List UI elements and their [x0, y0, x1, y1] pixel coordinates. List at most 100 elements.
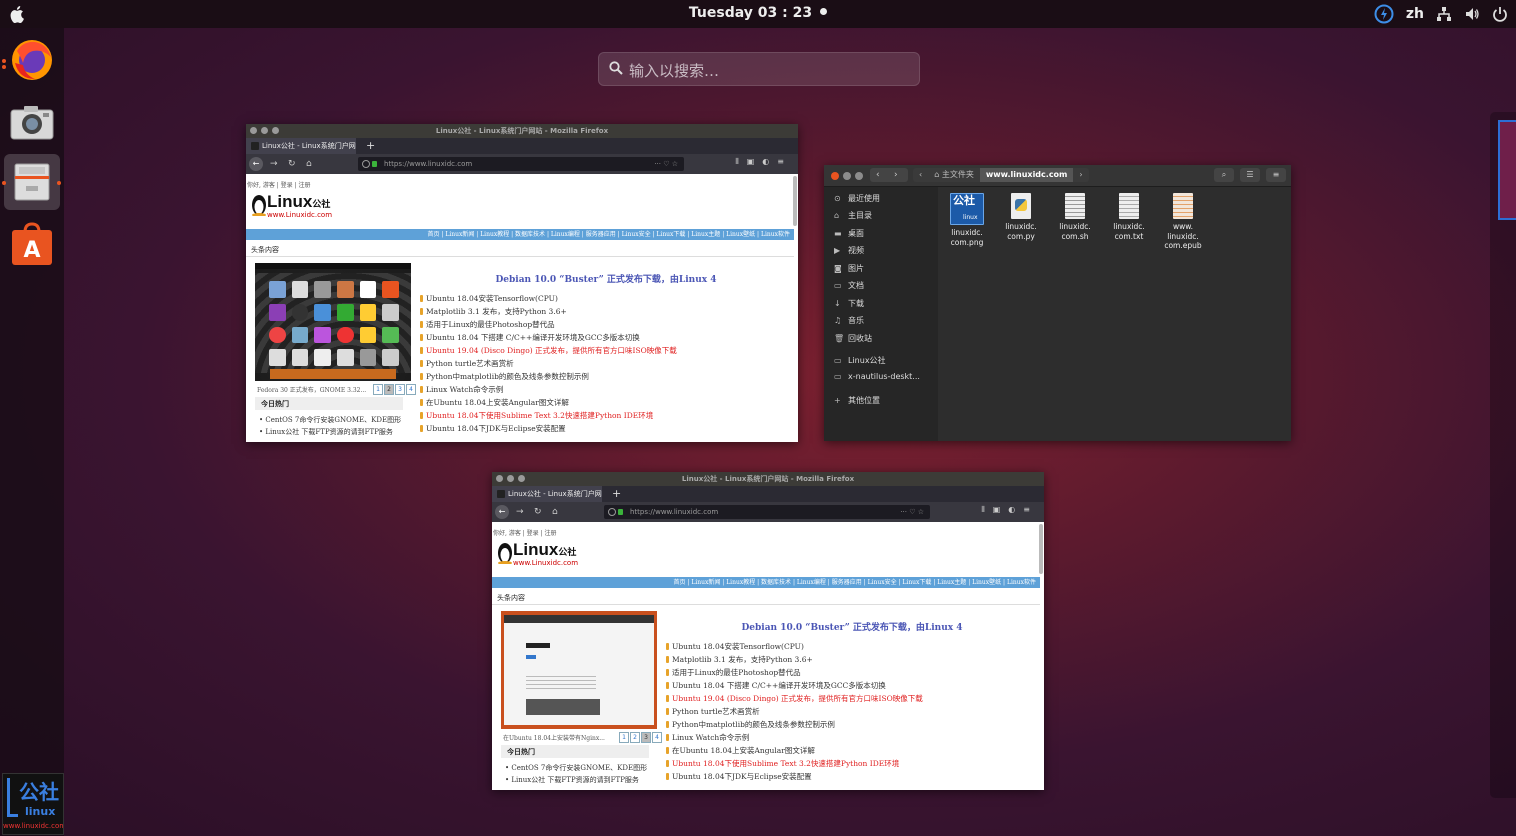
sidebar-item-desktop[interactable]: ▬ 桌面 — [834, 228, 864, 239]
site-logo[interactable]: Linux公社 www.Linuxidc.com — [497, 540, 587, 568]
scrollbar[interactable] — [1039, 524, 1043, 574]
path-home[interactable]: ⌂ 主文件夹 — [928, 168, 980, 182]
path-current[interactable]: www.linuxidc.com — [979, 168, 1074, 182]
sidebar-item-downloads[interactable]: ↓ 下载 — [834, 298, 864, 309]
pager-3[interactable]: 3 — [395, 384, 405, 395]
pager-2[interactable]: 2 — [630, 732, 640, 743]
url-bar[interactable]: https://www.linuxidc.com ··· ♡ ☆ — [358, 157, 684, 171]
search-bar[interactable]: 输入以搜索… — [598, 52, 920, 86]
site-info-icon[interactable] — [362, 160, 370, 168]
clock[interactable]: Tuesday 03 : 23 — [0, 5, 1516, 21]
news-item[interactable]: Matplotlib 3.1 发布，支持Python 3.6+ — [666, 653, 923, 666]
forward-icon[interactable]: › — [894, 168, 898, 182]
headline[interactable]: Debian 10.0 “Buster” 正式发布下载，由Linux 4 — [667, 620, 1037, 633]
file-item[interactable]: linuxidc. com.txt — [1106, 193, 1152, 241]
maximize-window-button[interactable] — [272, 127, 279, 134]
hot-item[interactable]: • Linux公社 下载FTP资源的请到FTP服务 — [505, 774, 647, 786]
news-item[interactable]: Ubuntu 18.04安装Tensorflow(CPU) — [666, 640, 923, 653]
pager-1[interactable]: 1 — [373, 384, 383, 395]
sidebar-item-nautilus-desktop[interactable]: ▭ x-nautilus-deskt... — [834, 372, 920, 381]
headline[interactable]: Debian 10.0 “Buster” 正式发布下载，由Linux 4 — [421, 272, 791, 285]
sidebar-item-home[interactable]: ⌂ 主目录 — [834, 210, 872, 221]
back-button[interactable]: ← — [495, 505, 509, 519]
forward-button[interactable]: → — [516, 506, 524, 518]
volume-icon[interactable] — [1464, 6, 1480, 22]
maximize-window-button[interactable] — [518, 475, 525, 482]
news-item[interactable]: Ubuntu 18.04下JDK与Eclipse安装配置 — [420, 422, 677, 435]
minimize-window-button[interactable] — [261, 127, 268, 134]
path-left-arrow[interactable]: ‹ — [913, 168, 928, 182]
history-buttons[interactable]: ‹ › — [870, 168, 908, 182]
news-item[interactable]: 在Ubuntu 18.04上安装Angular图文详解 — [666, 744, 923, 757]
page-actions-icon[interactable]: ··· ♡ ☆ — [900, 505, 924, 519]
sidebar-item-documents[interactable]: ▭ 文档 — [834, 280, 864, 291]
new-tab-button[interactable]: + — [612, 486, 621, 502]
home-button[interactable]: ⌂ — [552, 506, 558, 518]
reload-button[interactable]: ↻ — [288, 158, 296, 170]
file-item[interactable]: www. linuxidc. com.epub — [1160, 193, 1206, 251]
toolbar-icons[interactable]: ⫴▣◐≡ — [735, 157, 792, 167]
news-item[interactable]: Python中matplotlib的颜色及线条参数控制示例 — [420, 370, 677, 383]
menu-button[interactable]: ≡ — [1266, 168, 1286, 182]
browser-tab[interactable]: Linux公社 - Linux系统门户网 — [492, 486, 602, 502]
site-logo[interactable]: Linux公社 www.Linuxidc.com — [251, 192, 341, 220]
power-icon[interactable] — [1492, 6, 1508, 22]
news-item[interactable]: Python中matplotlib的颜色及线条参数控制示例 — [666, 718, 923, 731]
sidebar-item-linux-gongshe[interactable]: ▭ Linux公社 — [834, 355, 886, 366]
hot-item[interactable]: • Linux公社 下载FTP资源的请到FTP服务 — [259, 426, 401, 438]
news-item[interactable]: Ubuntu 19.04 (Disco Dingo) 正式发布，提供所有官方口味… — [420, 344, 677, 357]
news-item[interactable]: Ubuntu 18.04下使用Sublime Text 3.2快速搭建Pytho… — [666, 757, 923, 770]
pager-2[interactable]: 2 — [384, 384, 394, 395]
news-item[interactable]: Ubuntu 18.04 下搭建 C/C++编译开发环境及GCC多版本切换 — [666, 679, 923, 692]
news-item[interactable]: 在Ubuntu 18.04上安装Angular图文详解 — [420, 396, 677, 409]
scrollbar[interactable] — [793, 176, 797, 226]
news-item[interactable]: Ubuntu 18.04 下搭建 C/C++编译开发环境及GCC多版本切换 — [420, 331, 677, 344]
pager-1[interactable]: 1 — [619, 732, 629, 743]
input-method-indicator[interactable]: zh — [1406, 6, 1424, 22]
back-icon[interactable]: ‹ — [876, 168, 880, 182]
site-nav[interactable]: 首页 | Linux新闻 | Linux教程 | 数据库技术 | Linux编程… — [492, 577, 1040, 588]
window-titlebar[interactable]: Linux公社 - Linux系统门户网站 - Mozilla Firefox — [492, 472, 1044, 486]
hot-item[interactable]: • CentOS 7命令行安装GNOME、KDE图形 — [259, 414, 401, 426]
featured-image[interactable] — [501, 611, 657, 729]
login-links[interactable]: 你好, 游客 | 登录 | 注册 — [247, 180, 311, 189]
close-window-button[interactable] — [496, 475, 503, 482]
close-window-button[interactable] — [250, 127, 257, 134]
news-item[interactable]: Linux Watch命令示例 — [666, 731, 923, 744]
pager-3[interactable]: 3 — [641, 732, 651, 743]
news-item[interactable]: Ubuntu 18.04下JDK与Eclipse安装配置 — [666, 770, 923, 783]
news-item[interactable]: Python turtle艺术画赏析 — [666, 705, 923, 718]
view-options-button[interactable]: ☰ — [1240, 168, 1260, 182]
new-tab-button[interactable]: + — [366, 138, 375, 154]
file-item[interactable]: linuxidc. com.py — [998, 193, 1044, 241]
workspace-1-thumbnail[interactable] — [1498, 120, 1516, 220]
search-button[interactable]: ⌕ — [1214, 168, 1234, 182]
back-button[interactable]: ← — [249, 157, 263, 171]
browser-tab[interactable]: Linux公社 - Linux系统门户网 — [246, 138, 356, 154]
site-nav[interactable]: 首页 | Linux新闻 | Linux教程 | 数据库技术 | Linux编程… — [246, 229, 794, 240]
hot-item[interactable]: • CentOS 7命令行安装GNOME、KDE图形 — [505, 762, 647, 774]
home-button[interactable]: ⌂ — [306, 158, 312, 170]
toolbar-icons[interactable]: ⫴▣◐≡ — [981, 505, 1038, 515]
file-item[interactable]: linuxidc. com.sh — [1052, 193, 1098, 241]
power-manager-icon[interactable] — [1374, 4, 1394, 24]
network-icon[interactable] — [1436, 6, 1452, 22]
site-info-icon[interactable] — [608, 508, 616, 516]
firefox-window-1[interactable]: Linux公社 - Linux系统门户网站 - Mozilla Firefox … — [246, 124, 798, 442]
news-item[interactable]: Ubuntu 18.04下使用Sublime Text 3.2快速搭建Pytho… — [420, 409, 677, 422]
maximize-window-button[interactable] — [855, 172, 863, 180]
reload-button[interactable]: ↻ — [534, 506, 542, 518]
news-item[interactable]: Linux Watch命令示例 — [420, 383, 677, 396]
news-item[interactable]: Python turtle艺术画赏析 — [420, 357, 677, 370]
news-item[interactable]: Ubuntu 19.04 (Disco Dingo) 正式发布，提供所有官方口味… — [666, 692, 923, 705]
path-bar[interactable]: ‹ ⌂ 主文件夹 www.linuxidc.com › — [913, 168, 1089, 182]
minimize-window-button[interactable] — [507, 475, 514, 482]
files-window[interactable]: ‹ › ‹ ⌂ 主文件夹 www.linuxidc.com › ⌕ ☰ ≡ ⊙ 最近… — [824, 165, 1291, 441]
sidebar-item-pictures[interactable]: ◙ 图片 — [834, 263, 864, 274]
image-caption[interactable]: Fedora 30 正式发布，GNOME 3.32... — [257, 385, 366, 394]
featured-image[interactable] — [255, 263, 411, 381]
path-right-arrow[interactable]: › — [1073, 168, 1088, 182]
files-headerbar[interactable]: ‹ › ‹ ⌂ 主文件夹 www.linuxidc.com › ⌕ ☰ ≡ — [824, 165, 1291, 187]
minimize-window-button[interactable] — [843, 172, 851, 180]
dock-item-firefox[interactable] — [4, 32, 60, 88]
